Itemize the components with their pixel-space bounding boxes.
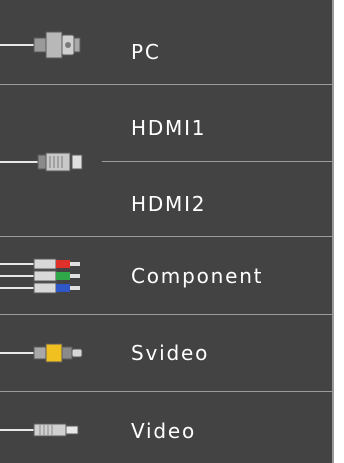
input-source-menu: PC HDMI1 HDMI2 Component Svideo Video — [0, 0, 334, 463]
source-label-hdmi1: HDMI1 — [131, 116, 207, 140]
source-label-pc: PC — [131, 40, 161, 64]
page-margin — [334, 0, 344, 463]
source-label-hdmi2: HDMI2 — [131, 192, 207, 216]
source-item-video[interactable]: Video — [0, 392, 332, 463]
svideo-connector-icon — [0, 343, 83, 363]
component-rgb-connector-icon — [0, 258, 80, 294]
source-item-component[interactable]: Component — [0, 237, 332, 314]
source-item-svideo[interactable]: Svideo — [0, 315, 332, 391]
source-label-svideo: Svideo — [131, 341, 210, 365]
composite-video-connector-icon — [0, 423, 79, 437]
source-item-hdmi2[interactable]: HDMI2 — [0, 162, 332, 236]
source-label-video: Video — [131, 419, 197, 443]
source-item-pc[interactable]: PC — [0, 0, 332, 84]
source-label-component: Component — [131, 264, 264, 288]
vga-connector-icon — [0, 31, 81, 59]
